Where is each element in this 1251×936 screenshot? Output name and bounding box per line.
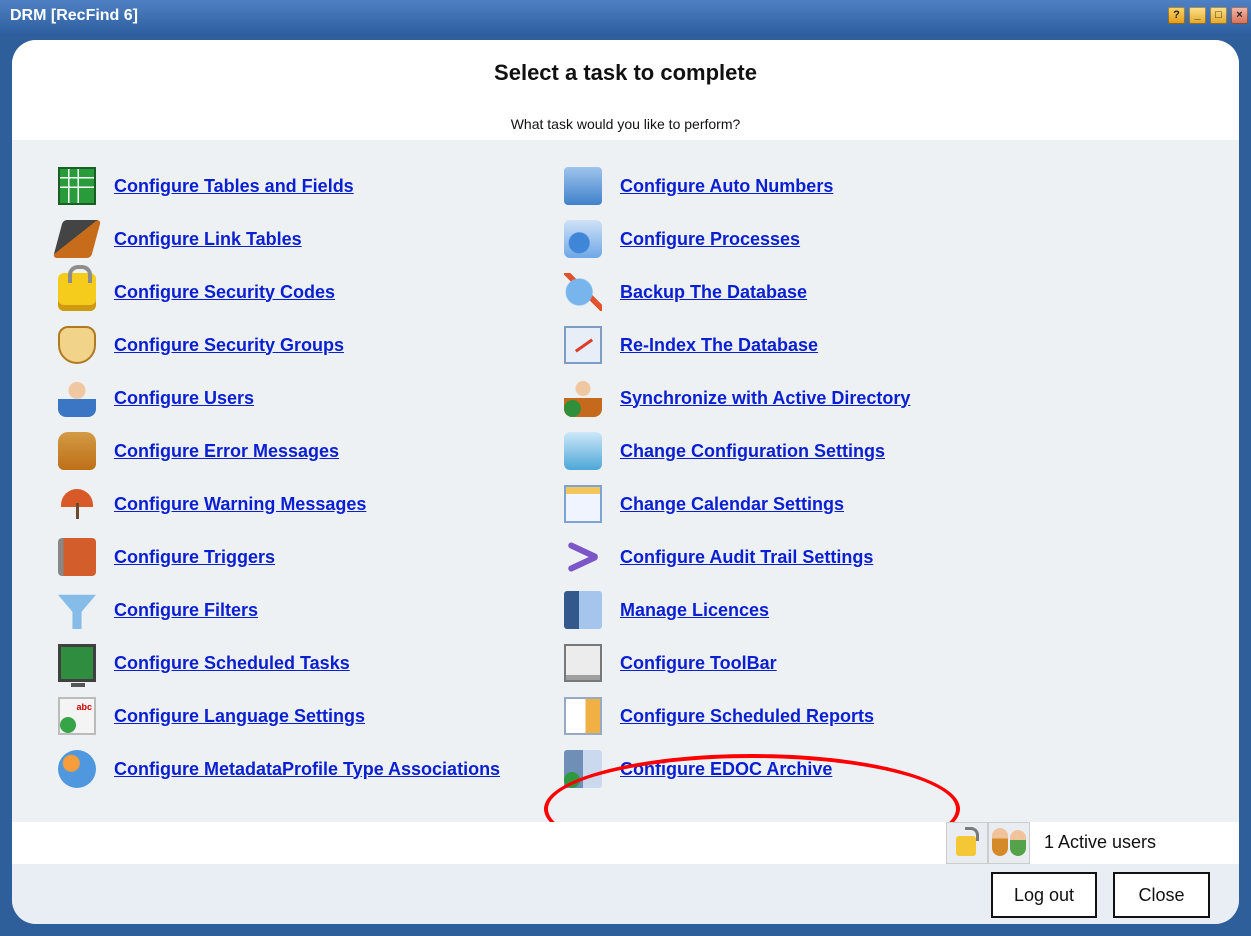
task-synchronize-active-directory[interactable]: Synchronize with Active Directory <box>564 379 910 417</box>
help-button[interactable]: ? <box>1168 7 1185 24</box>
active-users-icon[interactable] <box>988 822 1030 864</box>
task-link[interactable]: Change Calendar Settings <box>620 494 844 515</box>
right-task-column: Configure Auto Numbers Configure Process… <box>12 140 1239 822</box>
active-users-count: 1 Active users <box>1044 832 1157 852</box>
licence-icon <box>564 591 602 629</box>
minimize-button[interactable]: _ <box>1189 7 1206 24</box>
task-configure-processes[interactable]: Configure Processes <box>564 220 800 258</box>
process-icon <box>564 220 602 258</box>
unlock-icon[interactable] <box>946 822 988 864</box>
footer-status-icons <box>946 822 1030 864</box>
task-change-calendar-settings[interactable]: Change Calendar Settings <box>564 485 844 523</box>
task-link[interactable]: Backup The Database <box>620 282 807 303</box>
reindex-icon <box>564 326 602 364</box>
backup-icon <box>564 273 602 311</box>
task-configure-scheduled-reports[interactable]: Configure Scheduled Reports <box>564 697 874 735</box>
task-link[interactable]: Configure Auto Numbers <box>620 176 833 197</box>
dialog-header: Select a task to complete What task woul… <box>12 40 1239 140</box>
calculator-icon <box>564 167 602 205</box>
close-button[interactable]: Close <box>1113 872 1210 918</box>
logout-button[interactable]: Log out <box>991 872 1097 918</box>
window-title: DRM [RecFind 6] <box>10 7 138 24</box>
task-link[interactable]: Configure Audit Trail Settings <box>620 547 873 568</box>
task-link[interactable]: Configure Processes <box>620 229 800 250</box>
task-configure-audit-trail-settings[interactable]: Configure Audit Trail Settings <box>564 538 873 576</box>
task-change-configuration-settings[interactable]: Change Configuration Settings <box>564 432 885 470</box>
task-dialog: Select a task to complete What task woul… <box>12 40 1239 924</box>
maximize-button[interactable]: □ <box>1210 7 1227 24</box>
task-link[interactable]: Configure Scheduled Reports <box>620 706 874 727</box>
task-reindex-database[interactable]: Re-Index The Database <box>564 326 818 364</box>
task-link[interactable]: Synchronize with Active Directory <box>620 388 910 409</box>
task-manage-licences[interactable]: Manage Licences <box>564 591 769 629</box>
task-link[interactable]: Manage Licences <box>620 600 769 621</box>
active-directory-icon <box>564 379 602 417</box>
task-backup-database[interactable]: Backup The Database <box>564 273 807 311</box>
task-configure-toolbar[interactable]: Configure ToolBar <box>564 644 777 682</box>
task-link[interactable]: Change Configuration Settings <box>620 441 885 462</box>
calendar-icon <box>564 485 602 523</box>
window-title-bar: DRM [RecFind 6] ? _ □ × <box>0 0 1251 34</box>
task-link[interactable]: Configure ToolBar <box>620 653 777 674</box>
task-configure-auto-numbers[interactable]: Configure Auto Numbers <box>564 167 833 205</box>
configuration-icon <box>564 432 602 470</box>
window-close-button[interactable]: × <box>1231 7 1248 24</box>
dialog-title: Select a task to complete <box>494 60 757 85</box>
toolbar-icon <box>564 644 602 682</box>
dialog-subtitle: What task would you like to perform? <box>510 116 741 132</box>
audit-trail-icon <box>564 538 602 576</box>
report-icon <box>564 697 602 735</box>
task-link[interactable]: Re-Index The Database <box>620 335 818 356</box>
